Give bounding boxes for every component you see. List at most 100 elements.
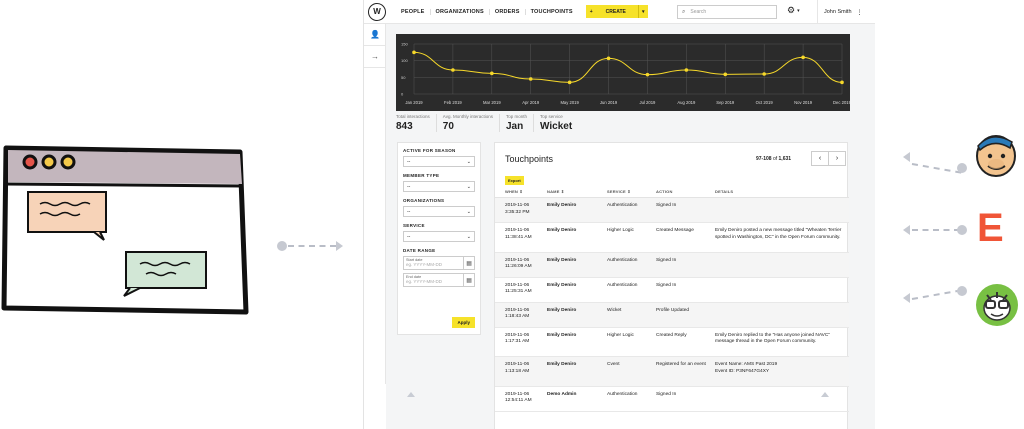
cell-when: 2019-11-06 11:26:09 AM [505,257,532,270]
stat-value: 70 [442,121,454,132]
stat-label: Top month [505,114,527,119]
page-range: 97-108 [756,156,772,162]
end-date-placeholder: eg. YYYY-MM-DD [406,279,443,284]
filters-panel: ACTIVE FOR SEASON -- ⌄ MEMBER TYPE -- ⌄ OR… [397,142,481,335]
calendar-icon[interactable]: ▦ [464,273,475,287]
end-date-field[interactable]: End date eg. YYYY-MM-DD [403,273,465,287]
app-window: W PEOPLE ORGANIZATIONS ORDERS TOUCHPOINT… [363,0,875,429]
season-select[interactable]: -- ⌄ [403,156,475,167]
data-point[interactable] [645,72,650,77]
x-tick-label: May 2019 [560,100,579,105]
table-row[interactable]: 2019-11-06 3:35:32 PM Emily Deniro Authent… [495,198,849,223]
data-point[interactable] [723,72,728,77]
cell-action: Registered for an event [656,362,706,367]
series-line [413,51,843,83]
next-page-button[interactable]: › [828,151,846,166]
arrow-left-icon [903,225,910,235]
calendar-icon[interactable]: ▦ [464,256,475,270]
data-point[interactable] [762,72,766,76]
nav-people[interactable]: PEOPLE [396,8,431,15]
cell-details: Emily Deniro posted a new message titled… [715,228,842,240]
table-row[interactable]: 2019-11-06 1:18:43 AM Emily Deniro Wicket P… [495,302,849,328]
create-button[interactable]: + CREATE ▾ [585,5,648,18]
cell-name[interactable]: Demo Admin [547,392,602,399]
y-tick-label: 150 [401,42,408,47]
stat-label: Total interactions [396,114,430,119]
data-point[interactable] [490,71,494,76]
cell-action: Signed In [656,391,677,397]
expand-arrow-icon[interactable]: → [364,46,386,68]
stat-item: Top service Wicket [534,114,578,132]
service-select-value: -- [407,233,411,240]
search-input[interactable]: ⌕ Search [677,5,777,19]
data-point[interactable] [684,68,689,72]
chevron-down-icon: ⌄ [466,208,471,215]
user-menu[interactable]: John Smith ⋮ [817,0,875,24]
previous-page-button[interactable]: ‹ [811,151,829,166]
interactions-chart: 150 100 50 0 Jan 2019 Feb 2019 Mar 2019 Apr 201… [396,34,850,111]
main-content: 150 100 50 0 Jan 2019 Feb 2019 Mar 2019 Apr 201… [386,24,875,429]
data-point[interactable] [567,80,572,85]
cell-service: Wicket [607,307,622,313]
export-button[interactable]: Export [505,176,524,185]
settings-menu[interactable]: ⚙ ▾ [787,5,800,16]
cell-details: Emily Deniro replied to the "Has anyone … [715,332,831,345]
page-of: of [772,156,778,162]
table-row[interactable]: 2019-11-06 11:26:09 AM Emily Deniro Authen… [495,252,849,278]
chevron-down-icon[interactable]: ▾ [637,5,648,18]
y-tick-label: 100 [401,58,408,63]
cell-name[interactable]: Emily Deniro [547,228,602,235]
cell-action: Signed In [656,203,677,208]
table-row[interactable]: 2019-11-06 11:38:41 AM Emily Deniro Higher… [495,223,849,253]
cell-action: Created Reply [656,332,687,338]
end-date-group: End date eg. YYYY-MM-DD ▦ [403,273,475,287]
filter-label-organizations: ORGANIZATIONS [403,198,445,203]
data-point[interactable] [801,55,805,60]
table-row[interactable]: 2019-11-06 12:54:11 AM Demo Admin Authenti… [495,387,849,412]
stat-value: Jan [505,121,524,132]
nav-orders[interactable]: ORDERS [490,8,526,15]
app-logo[interactable]: W [368,2,386,21]
apply-button[interactable]: Apply [452,317,475,328]
service-select[interactable]: -- ⌄ [403,231,475,242]
data-point[interactable] [606,56,611,61]
create-label: CREATE [605,8,626,15]
table-header: WHEN ⇕ NAME ⇕ SERVICE ⇕ ACTION DETAILS [495,185,849,198]
cell-name[interactable]: Emily Deniro [547,203,602,210]
cell-when: 2019-11-06 1:13:18 AM [505,362,530,374]
stat-item: Avg. Monthly interactions 70 [437,114,500,132]
eventbrite-logo-icon: E [977,206,1004,250]
cell-name[interactable]: Emily Deniro [547,333,602,340]
data-point[interactable] [840,80,844,85]
connector-dot [957,163,967,173]
cell-name[interactable]: Emily Deniro [547,283,602,290]
start-date-field[interactable]: Start date eg. YYYY-MM-DD [403,256,465,270]
cell-name[interactable]: Emily Deniro [547,308,602,315]
data-point[interactable] [412,50,416,55]
scroll-up-icon[interactable] [821,392,829,397]
data-point[interactable] [528,77,533,81]
table-row[interactable]: 2019-11-06 1:17:31 AM Emily Deniro Higher … [495,328,849,357]
cell-service: Authentication [607,257,638,263]
cell-name[interactable]: Emily Deniro [547,362,602,369]
add-person-icon[interactable]: 👤 [364,24,386,46]
column-name[interactable]: NAME ⇕ [547,189,564,194]
organizations-select[interactable]: -- ⌄ [403,206,475,217]
table-row[interactable]: 2019-11-06 1:13:18 AM Emily Deniro Cvent Re… [495,357,849,387]
table-row[interactable]: 2019-11-06 11:25:31 AM Emily Deniro Authen… [495,278,849,303]
column-when[interactable]: WHEN ⇕ [505,189,523,194]
kebab-menu-icon[interactable]: ⋮ [857,9,863,16]
data-point[interactable] [451,68,455,72]
cell-name[interactable]: Emily Deniro [547,258,602,265]
filter-label-date-range: DATE RANGE [403,248,436,253]
nav-touchpoints[interactable]: TOUCHPOINTS [526,9,578,15]
scroll-up-icon[interactable] [407,392,415,397]
panel-title: Touchpoints [505,154,554,164]
chevron-down-icon: ⌄ [466,183,471,190]
touchpoints-table: 2019-11-06 3:35:32 PM Emily Deniro Authent… [495,198,849,412]
nav-organizations[interactable]: ORGANIZATIONS [431,8,490,15]
column-service[interactable]: SERVICE ⇕ [607,189,631,194]
member-type-select[interactable]: -- ⌄ [403,181,475,192]
member-type-select-value: -- [407,183,411,190]
arrow-left-icon [903,152,910,162]
